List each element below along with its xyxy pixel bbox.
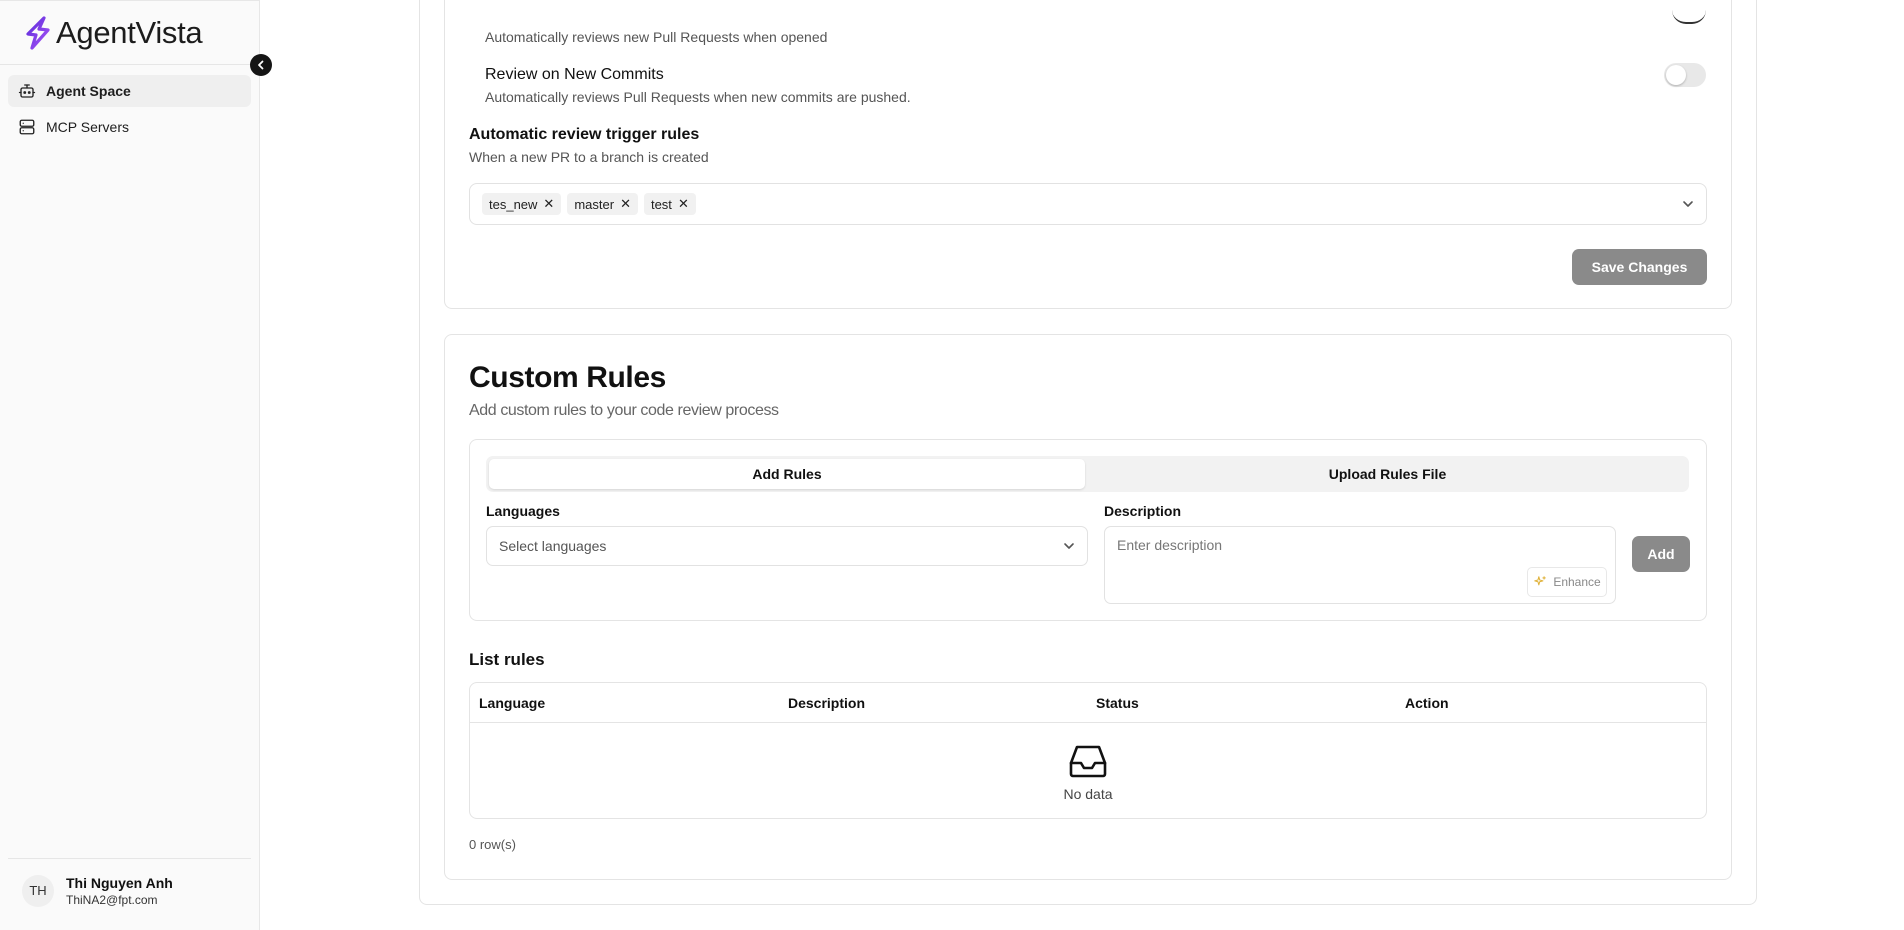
review-new-commits-toggle[interactable] xyxy=(1664,63,1706,87)
user-name: Thi Nguyen Anh xyxy=(66,874,173,891)
languages-label: Languages xyxy=(486,503,560,519)
sidebar-item-label: Agent Space xyxy=(46,83,131,99)
remove-tag-icon[interactable]: ✕ xyxy=(620,196,631,212)
toggle-title: Review on New Commits xyxy=(485,66,664,83)
app-name: AgentVista xyxy=(56,14,203,50)
tag-label: tes_new xyxy=(489,196,538,212)
column-header-status[interactable]: Status xyxy=(1096,695,1139,711)
save-changes-button[interactable]: Save Changes xyxy=(1572,249,1707,285)
branch-tag: tes_new ✕ xyxy=(482,193,562,215)
description-label: Description xyxy=(1104,503,1182,519)
tag-label: master xyxy=(574,196,615,212)
table-header: Language Description Status Action xyxy=(470,683,1706,723)
chevron-down-icon xyxy=(1064,543,1074,549)
logo[interactable]: AgentVista xyxy=(0,1,259,65)
toggle-description: Automatically reviews new Pull Requests … xyxy=(485,29,828,45)
chevron-down-icon[interactable] xyxy=(1680,196,1696,212)
sidebar-nav: Agent Space MCP Servers xyxy=(0,65,259,157)
enhance-button[interactable]: Enhance xyxy=(1527,567,1607,597)
user-email: ThiNA2@fpt.com xyxy=(66,892,158,907)
branch-tag: master ✕ xyxy=(567,193,638,215)
column-header-description[interactable]: Description xyxy=(788,695,865,711)
collapse-sidebar-button[interactable] xyxy=(250,54,272,76)
languages-placeholder: Select languages xyxy=(499,538,607,554)
sidebar: AgentVista Agent Space MCP Servers TH Th… xyxy=(0,0,260,930)
sidebar-item-mcp-servers[interactable]: MCP Servers xyxy=(8,111,251,143)
trigger-rules-subtitle: When a new PR to a branch is created xyxy=(469,149,709,165)
custom-rules-subtitle: Add custom rules to your code review pro… xyxy=(469,402,779,419)
toggle-description: Automatically reviews Pull Requests when… xyxy=(485,89,911,105)
sparkles-icon xyxy=(1534,576,1547,586)
rules-table: Language Description Status Action No da… xyxy=(469,682,1707,819)
tab-add-rules[interactable]: Add Rules xyxy=(489,459,1085,489)
row-count: 0 row(s) xyxy=(469,837,516,852)
empty-text: No data xyxy=(1063,786,1113,802)
remove-tag-icon[interactable]: ✕ xyxy=(678,196,689,212)
tag-label: test xyxy=(650,196,672,212)
trigger-rules-title: Automatic review trigger rules xyxy=(469,126,700,143)
custom-rules-title: Custom Rules xyxy=(469,361,666,394)
user-profile[interactable]: TH Thi Nguyen Anh ThiNA2@fpt.com xyxy=(8,858,251,922)
sidebar-item-label: MCP Servers xyxy=(46,119,129,135)
review-new-pr-toggle[interactable] xyxy=(1672,0,1706,24)
branch-multiselect[interactable]: tes_new ✕ master ✕ test ✕ xyxy=(469,183,1707,225)
rules-tabs: Add Rules Upload Rules File xyxy=(486,456,1689,492)
add-rule-button[interactable]: Add xyxy=(1632,536,1690,572)
chevron-left-icon xyxy=(258,60,264,70)
sidebar-item-agent-space[interactable]: Agent Space xyxy=(8,75,251,107)
description-placeholder: Enter description xyxy=(1117,537,1223,553)
column-header-action[interactable]: Action xyxy=(1405,695,1449,711)
agentvista-logo-icon xyxy=(26,15,50,50)
avatar: TH xyxy=(22,874,54,907)
inbox-icon xyxy=(1069,745,1107,778)
enhance-label: Enhance xyxy=(1553,575,1601,589)
branch-tag: test ✕ xyxy=(643,193,696,215)
list-rules-title: List rules xyxy=(469,650,545,669)
languages-select[interactable]: Select languages xyxy=(486,526,1088,566)
tab-upload-rules-file[interactable]: Upload Rules File xyxy=(1089,459,1686,489)
server-icon xyxy=(19,119,35,135)
column-header-language[interactable]: Language xyxy=(479,695,545,711)
empty-state: No data xyxy=(470,743,1706,802)
remove-tag-icon[interactable]: ✕ xyxy=(543,196,554,212)
bot-icon xyxy=(18,84,36,98)
